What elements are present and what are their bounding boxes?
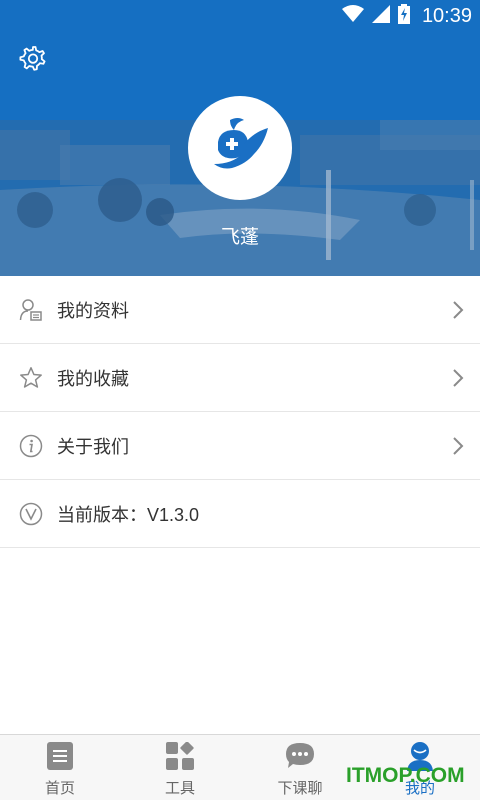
app-logo-icon [208, 114, 272, 182]
gear-icon [19, 45, 47, 77]
chevron-right-icon [452, 300, 464, 320]
watermark: ITMOP.COM [346, 764, 465, 787]
chat-bubble-icon [284, 741, 316, 771]
nav-label: 下课聊 [277, 779, 323, 797]
menu-item-label: 我的资料 [57, 300, 129, 322]
menu-item-my-profile[interactable]: 我的资料 [0, 276, 480, 344]
status-time: 10:39 [421, 4, 472, 27]
menu-item-about-us[interactable]: 关于我们 [0, 412, 480, 480]
username: 飞蓬 [220, 226, 259, 248]
battery-charging-icon [397, 4, 410, 28]
version-icon [18, 501, 44, 527]
chevron-right-icon [452, 368, 464, 388]
menu-item-version: 当前版本：V1.3.0 [0, 480, 480, 548]
star-icon [18, 365, 44, 391]
menu-item-label: 关于我们 [57, 436, 129, 458]
version-value: V1.3.0 [147, 504, 200, 525]
tools-grid-icon [164, 741, 196, 771]
profile-card-icon [18, 297, 44, 323]
chevron-right-icon [452, 436, 464, 456]
version-label: 当前版本：V1.3.0 [57, 501, 199, 527]
profile-header: 10:39 飞蓬 [0, 0, 480, 276]
avatar[interactable] [188, 96, 292, 200]
settings-button[interactable] [16, 44, 50, 78]
info-icon [18, 433, 44, 459]
menu-item-label: 我的收藏 [57, 368, 129, 390]
status-bar: 10:39 [0, 0, 480, 32]
wifi-icon [341, 5, 364, 27]
menu-item-my-favorites[interactable]: 我的收藏 [0, 344, 480, 412]
signal-icon [371, 5, 390, 27]
nav-item-home[interactable]: 首页 [0, 735, 120, 800]
version-label-text: 当前版本： [57, 504, 147, 526]
nav-label: 首页 [44, 779, 75, 797]
document-icon [44, 741, 76, 771]
nav-label: 工具 [164, 779, 195, 797]
profile-menu: 我的资料 我的收藏 关于我们 当前版本：V1.3.0 [0, 276, 480, 548]
nav-item-chat[interactable]: 下课聊 [240, 735, 360, 800]
nav-item-tools[interactable]: 工具 [120, 735, 240, 800]
